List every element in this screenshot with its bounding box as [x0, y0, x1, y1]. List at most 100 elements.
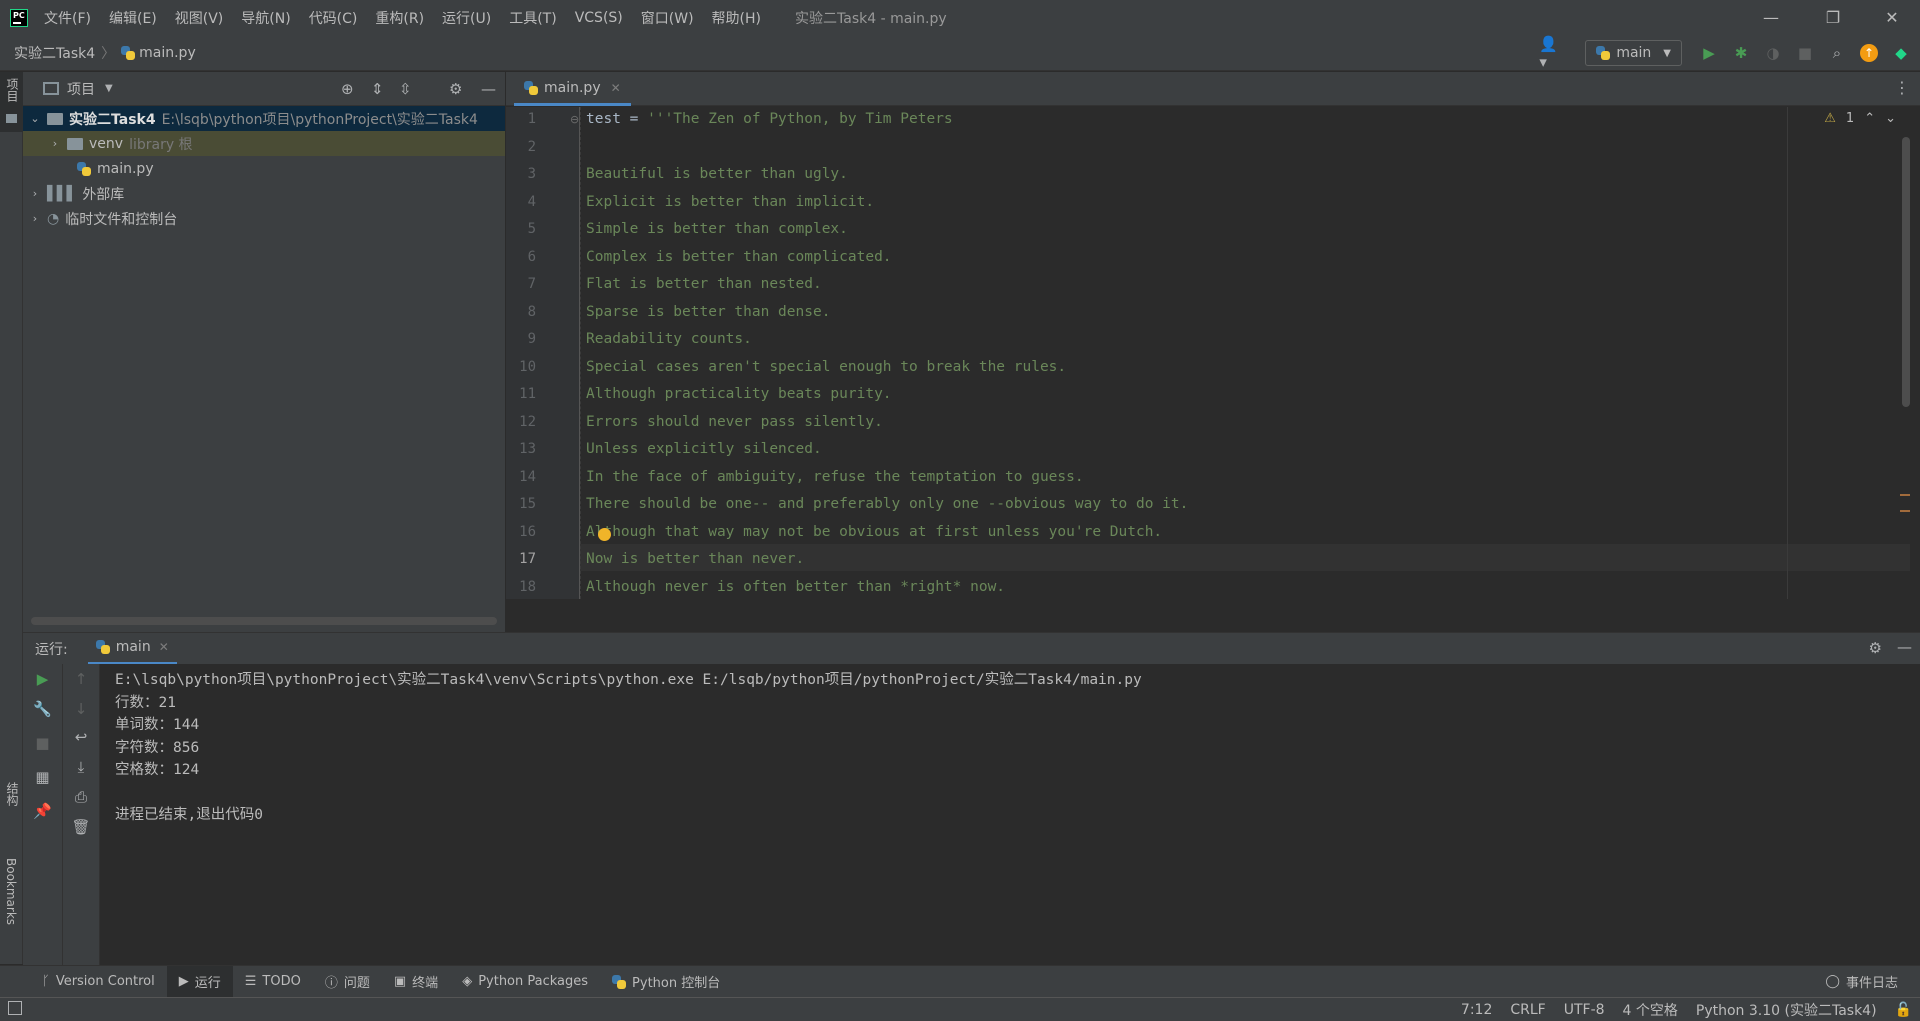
code-line[interactable]: Flat is better than nested.: [586, 276, 822, 292]
code-line[interactable]: Now is better than never.: [586, 551, 804, 567]
status-interpreter[interactable]: Python 3.10 (实验二Task4): [1696, 1000, 1877, 1020]
status-indent[interactable]: 4 个空格: [1623, 1000, 1678, 1020]
code-line[interactable]: Although practicality beats purity.: [586, 386, 892, 402]
code-line[interactable]: Simple is better than complex.: [586, 221, 848, 237]
line-number[interactable]: 6: [506, 249, 536, 265]
line-number[interactable]: 3: [506, 166, 536, 182]
locate-icon[interactable]: ⊕: [341, 80, 354, 98]
tab-version-control[interactable]: ᚴ Version Control: [30, 966, 167, 998]
tab-run[interactable]: ▶ 运行: [166, 965, 233, 998]
menu-window[interactable]: 窗口(W): [641, 8, 694, 28]
code-line[interactable]: Unless explicitly silenced.: [586, 441, 822, 457]
code-line[interactable]: Explicit is better than implicit.: [586, 194, 874, 210]
close-button[interactable]: ✕: [1864, 0, 1920, 35]
line-number[interactable]: 4: [506, 194, 536, 210]
run-icon[interactable]: ▶: [1696, 40, 1722, 66]
project-stripe-button[interactable]: 项目: [0, 72, 23, 132]
editor-vscrollbar[interactable]: [1902, 137, 1910, 407]
status-line-separator[interactable]: CRLF: [1510, 1002, 1545, 1018]
search-icon[interactable]: ⌕: [1824, 40, 1850, 66]
line-number[interactable]: 15: [506, 496, 536, 512]
line-number[interactable]: 9: [506, 331, 536, 347]
line-number[interactable]: 11: [506, 386, 536, 402]
tree-item-external-libraries[interactable]: › ▌▌▌ 外部库: [23, 181, 505, 206]
structure-stripe-button[interactable]: 结构: [0, 782, 23, 842]
collapse-all-icon[interactable]: ⇳: [399, 80, 412, 98]
chevron-down-icon[interactable]: ▼: [105, 83, 113, 94]
tree-item-main-py[interactable]: main.py: [23, 156, 505, 181]
close-tab-icon[interactable]: ✕: [611, 81, 621, 95]
chevron-down-icon[interactable]: ⌄: [29, 112, 41, 125]
tree-item-scratches[interactable]: › ◔ 临时文件和控制台: [23, 206, 505, 231]
jetbrains-toolbox-icon[interactable]: ◆: [1888, 40, 1914, 66]
menu-run[interactable]: 运行(U): [442, 8, 491, 28]
code-line[interactable]: There should be one-- and preferably onl…: [586, 496, 1188, 512]
code-line[interactable]: Readability counts.: [586, 331, 752, 347]
tab-todo[interactable]: ☰ TODO: [233, 966, 313, 998]
chevron-right-icon[interactable]: ›: [29, 212, 41, 225]
up-arrow-icon[interactable]: ↑: [63, 670, 99, 688]
gear-icon[interactable]: ⚙: [449, 80, 462, 98]
pin-icon[interactable]: 📌: [23, 802, 62, 820]
tab-main-py[interactable]: main.py ✕: [514, 72, 631, 106]
line-number[interactable]: 13: [506, 441, 536, 457]
breadcrumb-file[interactable]: main.py: [139, 45, 196, 61]
line-number[interactable]: 2: [506, 139, 536, 155]
lightbulb-icon[interactable]: [598, 528, 611, 541]
layout-icon[interactable]: ▦: [23, 768, 62, 786]
tree-item-venv[interactable]: › venv library 根: [23, 131, 505, 156]
run-tab-main[interactable]: main ✕: [87, 633, 177, 665]
code-line[interactable]: Special cases aren't special enough to b…: [586, 359, 1066, 375]
hide-icon[interactable]: —: [1897, 638, 1912, 656]
tab-problems[interactable]: ⓘ 问题: [313, 966, 382, 998]
code-line[interactable]: Sparse is better than dense.: [586, 304, 830, 320]
tab-python-console[interactable]: Python 控制台: [600, 966, 732, 998]
restore-button[interactable]: ❐: [1805, 0, 1861, 35]
project-hscrollbar[interactable]: [31, 617, 497, 625]
wrench-icon[interactable]: 🔧: [23, 700, 62, 718]
line-number[interactable]: 14: [506, 469, 536, 485]
chevron-up-icon[interactable]: ⌃: [1864, 111, 1875, 126]
print-icon[interactable]: ⎙: [63, 788, 99, 806]
expand-all-icon[interactable]: ⇕: [371, 80, 384, 98]
chevron-right-icon[interactable]: ›: [29, 187, 41, 200]
close-tab-icon[interactable]: ✕: [159, 640, 169, 654]
toggle-tool-windows-icon[interactable]: [8, 1001, 22, 1015]
line-number[interactable]: 1: [506, 111, 536, 127]
trash-icon[interactable]: 🗑: [63, 818, 99, 836]
editor-inspection-indicators[interactable]: ⚠ 1 ⌃ ⌄: [1824, 111, 1896, 126]
gear-icon[interactable]: ⚙: [1869, 639, 1882, 657]
code-line[interactable]: test = '''The Zen of Python, by Tim Pete…: [586, 111, 953, 127]
line-number[interactable]: 12: [506, 414, 536, 430]
project-panel-title[interactable]: 项目: [67, 79, 95, 99]
event-log-button[interactable]: ◯ 事件日志: [1813, 966, 1910, 998]
lock-icon[interactable]: 🔓: [1895, 1002, 1912, 1018]
stop-icon[interactable]: ■: [1792, 40, 1818, 66]
status-caret-position[interactable]: 7:12: [1461, 1002, 1492, 1018]
update-icon[interactable]: ↑: [1856, 40, 1882, 66]
bookmarks-stripe-button[interactable]: Bookmarks: [0, 858, 23, 958]
line-number[interactable]: 5: [506, 221, 536, 237]
menu-vcs[interactable]: VCS(S): [575, 10, 623, 26]
code-line[interactable]: Complex is better than complicated.: [586, 249, 892, 265]
line-number[interactable]: 8: [506, 304, 536, 320]
scroll-to-end-icon[interactable]: ⤓: [63, 758, 99, 776]
line-number[interactable]: 16: [506, 524, 536, 540]
breadcrumb-project[interactable]: 实验二Task4: [14, 43, 95, 63]
status-encoding[interactable]: UTF-8: [1564, 1002, 1605, 1018]
menu-tools[interactable]: 工具(T): [509, 8, 556, 28]
fold-marker-icon[interactable]: ⊖: [570, 113, 579, 126]
menu-help[interactable]: 帮助(H): [712, 8, 761, 28]
line-number[interactable]: 18: [506, 579, 536, 595]
code-line[interactable]: Although never is often better than *rig…: [586, 579, 1005, 595]
code-editor[interactable]: ⚠ 1 ⌃ ⌄ test = '''The Zen of Python, by …: [580, 107, 1910, 599]
run-console[interactable]: E:\lsqb\python项目\pythonProject\实验二Task4\…: [100, 664, 1920, 965]
chevron-right-icon[interactable]: ›: [49, 137, 61, 150]
code-line[interactable]: Although that way may not be obvious at …: [586, 524, 1162, 540]
stop-icon[interactable]: ■: [23, 734, 62, 752]
menu-refactor[interactable]: 重构(R): [375, 8, 424, 28]
tab-python-packages[interactable]: ◈ Python Packages: [450, 966, 600, 998]
menu-file[interactable]: 文件(F): [44, 8, 91, 28]
user-icon[interactable]: 👤▾: [1539, 35, 1565, 71]
soft-wrap-icon[interactable]: ↩: [63, 728, 99, 746]
